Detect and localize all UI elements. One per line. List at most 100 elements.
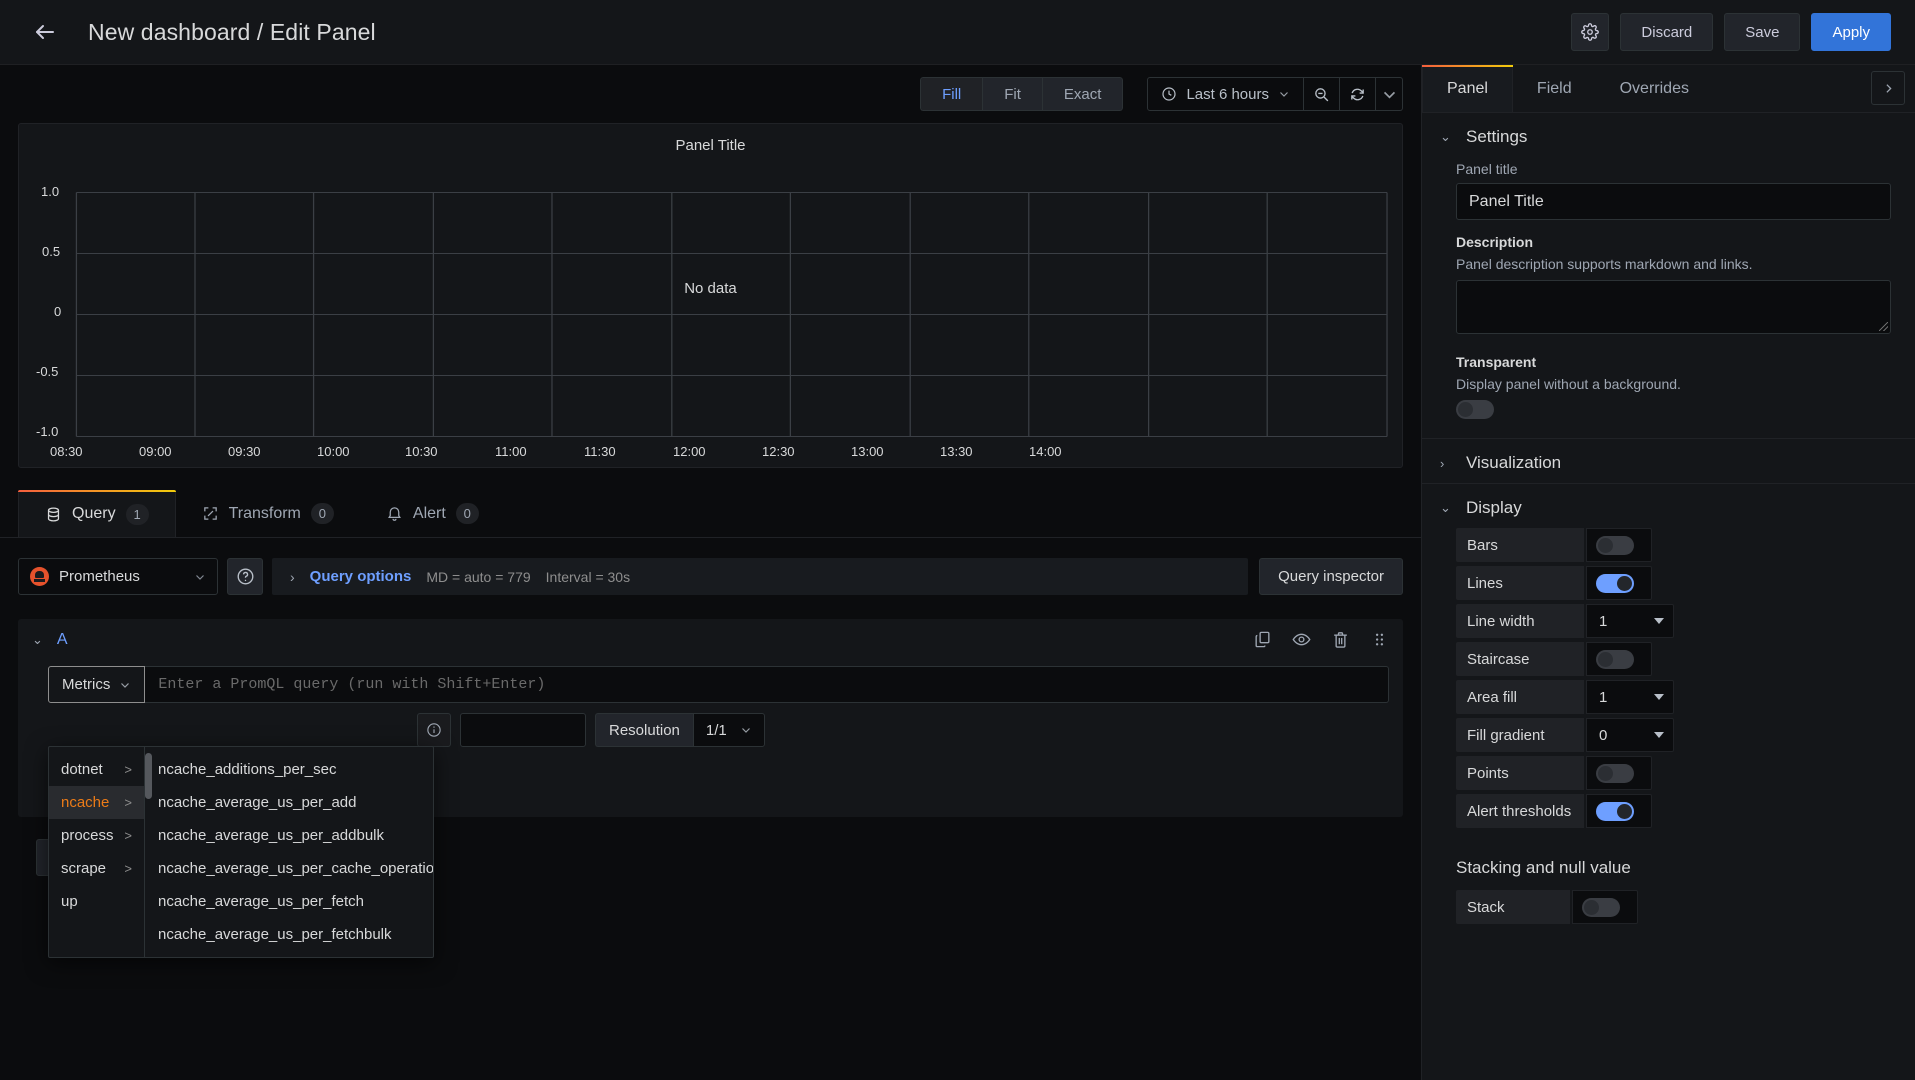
tab-query[interactable]: Query 1	[18, 490, 176, 537]
display-row-label: Lines	[1456, 566, 1584, 600]
points-toggle[interactable]	[1596, 763, 1634, 783]
description-textarea[interactable]	[1456, 280, 1891, 334]
display-row-staircase: Staircase	[1422, 642, 1915, 680]
query-options-line: Resolution 1/1	[18, 703, 1403, 747]
line-width-select[interactable]: 1	[1586, 604, 1674, 638]
query-row-header: ⌄ A	[18, 619, 1403, 660]
fill-gradient-value: 0	[1599, 726, 1608, 744]
collapse-options-pane-button[interactable]	[1871, 71, 1905, 105]
discard-button[interactable]: Discard	[1620, 13, 1714, 51]
section-settings-header[interactable]: ⌄ Settings	[1422, 113, 1915, 157]
topbar-actions: Discard Save Apply	[1571, 13, 1891, 51]
grafana-edit-panel-app: New dashboard / Edit Panel Discard Save …	[0, 0, 1915, 1080]
fill-gradient-select[interactable]: 0	[1586, 718, 1674, 752]
section-settings-title: Settings	[1466, 127, 1528, 146]
back-arrow-icon[interactable]	[28, 15, 62, 49]
panel-settings-button[interactable]	[1571, 13, 1610, 51]
mode-exact-button[interactable]: Exact	[1041, 77, 1124, 111]
save-button[interactable]: Save	[1724, 13, 1801, 51]
panel-size-mode-group: Fill Fit Exact	[920, 77, 1124, 111]
display-row-label: Fill gradient	[1456, 718, 1584, 752]
legend-info-button[interactable]	[417, 713, 451, 747]
metrics-category-process[interactable]: process >	[49, 819, 144, 852]
apply-button[interactable]: Apply	[1811, 13, 1891, 51]
zoom-out-button[interactable]	[1304, 77, 1340, 111]
chevron-right-icon: ›	[1440, 455, 1445, 471]
resolution-select[interactable]: 1/1	[692, 713, 765, 747]
chevron-down-icon: ⌄	[1440, 129, 1451, 144]
toggle-knob	[1458, 402, 1473, 417]
time-range-picker[interactable]: Last 6 hours	[1147, 77, 1304, 111]
metric-item[interactable]: ncache_additions_per_sec	[145, 753, 433, 786]
tab-query-label: Query	[72, 505, 116, 522]
copy-icon[interactable]	[1253, 630, 1272, 649]
datasource-help-button[interactable]	[227, 558, 263, 595]
display-row-bars: Bars	[1422, 528, 1915, 566]
bars-toggle[interactable]	[1596, 535, 1634, 555]
interval-text: Interval = 30s	[545, 568, 631, 585]
metrics-list-scrollbar[interactable]	[145, 753, 152, 799]
metrics-category-label: up	[61, 893, 78, 910]
tab-overrides[interactable]: Overrides	[1596, 65, 1713, 112]
stack-toggle[interactable]	[1582, 897, 1620, 917]
tab-alert[interactable]: Alert 0	[360, 490, 505, 537]
lines-toggle[interactable]	[1596, 573, 1634, 593]
metrics-item-list[interactable]: ncache_additions_per_sec ncache_average_…	[145, 747, 433, 957]
area-fill-select[interactable]: 1	[1586, 680, 1674, 714]
section-visualization-header[interactable]: › Visualization	[1422, 439, 1915, 483]
query-inspector-button[interactable]: Query inspector	[1259, 558, 1403, 595]
metrics-category-label: process	[61, 827, 114, 844]
tab-alert-count: 0	[455, 503, 479, 524]
options-body: ⌄ Settings Panel title Panel Title Descr…	[1422, 113, 1915, 1080]
tab-query-count: 1	[125, 503, 149, 525]
refresh-interval-dropdown[interactable]	[1376, 77, 1403, 111]
metric-item[interactable]: ncache_average_us_per_fetch	[145, 885, 433, 918]
metrics-category-scrape[interactable]: scrape >	[49, 852, 144, 885]
query-tabs: Query 1 Transform 0 Alert 0	[0, 490, 1421, 538]
metric-item[interactable]: ncache_average_us_per_cache_operation	[145, 852, 433, 885]
chevron-right-icon: >	[124, 762, 132, 777]
metrics-browse-button[interactable]: Metrics	[48, 666, 146, 703]
query-options-row[interactable]: › Query options MD = auto = 779 Interval…	[272, 558, 1249, 595]
drag-handle-icon[interactable]	[1370, 630, 1389, 649]
metrics-category-up[interactable]: up	[49, 885, 144, 918]
toggle-knob	[1598, 765, 1613, 781]
metric-item[interactable]: ncache_average_us_per_addbulk	[145, 819, 433, 852]
query-row-collapse-icon[interactable]: ⌄	[32, 632, 43, 648]
metrics-category-dotnet[interactable]: dotnet >	[49, 753, 144, 786]
eye-icon[interactable]	[1292, 630, 1311, 649]
alert-thresholds-toggle[interactable]	[1596, 801, 1634, 821]
transparent-field: Transparent Display panel without a back…	[1422, 334, 1915, 438]
graph-plot-area[interactable]: 1.0 0.5 0 -0.5 -1.0 08:30 09:00 09:30 10…	[19, 162, 1402, 467]
query-row-actions	[1253, 630, 1389, 649]
transparent-toggle[interactable]	[1456, 400, 1494, 419]
section-display-header[interactable]: ⌄ Display	[1422, 484, 1915, 528]
metric-item[interactable]: ncache_average_us_per_add	[145, 786, 433, 819]
metrics-category-ncache[interactable]: ncache >	[49, 786, 144, 819]
max-data-points-text: MD = auto = 779	[426, 568, 531, 585]
tab-transform-count: 0	[310, 503, 334, 524]
section-display-title: Display	[1466, 498, 1522, 517]
section-stacking-title: Stacking and null value	[1456, 858, 1631, 877]
tab-field[interactable]: Field	[1513, 65, 1596, 112]
metric-item[interactable]: ncache_average_us_per_fetchbulk	[145, 918, 433, 951]
tab-panel[interactable]: Panel	[1422, 65, 1513, 112]
trash-icon[interactable]	[1331, 630, 1350, 649]
datasource-picker[interactable]: Prometheus	[18, 558, 218, 595]
database-icon	[47, 506, 60, 522]
graph-panel-title: Panel Title	[675, 137, 746, 154]
mode-fill-button[interactable]: Fill	[920, 77, 983, 111]
staircase-toggle[interactable]	[1596, 649, 1634, 669]
legend-format-input[interactable]	[460, 713, 586, 747]
chevron-down-icon: ⌄	[1440, 500, 1451, 515]
promql-query-input[interactable]: Enter a PromQL query (run with Shift+Ent…	[145, 666, 1389, 703]
chevron-right-icon: >	[124, 828, 132, 843]
display-row-control	[1586, 756, 1652, 790]
tab-transform[interactable]: Transform 0	[176, 490, 360, 537]
panel-title-input[interactable]: Panel Title	[1456, 183, 1891, 220]
no-data-message: No data	[684, 280, 737, 297]
refresh-button[interactable]	[1340, 77, 1376, 111]
mode-fit-button[interactable]: Fit	[982, 77, 1042, 111]
display-row-label: Bars	[1456, 528, 1584, 562]
left-column: Fill Fit Exact Last 6 hours Panel Title …	[0, 65, 1421, 1080]
